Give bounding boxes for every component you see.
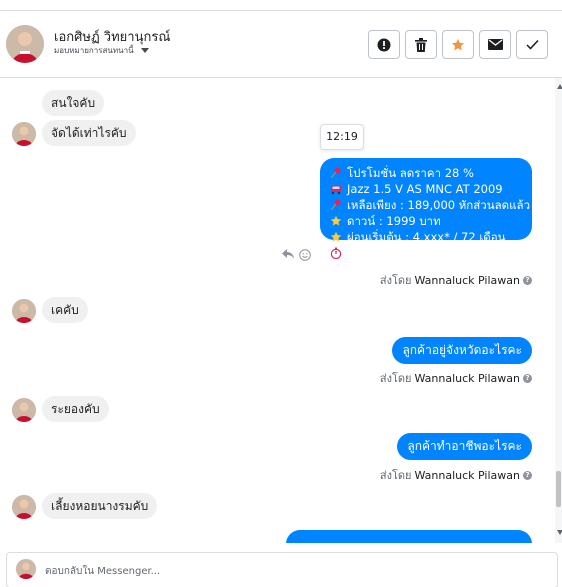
pushpin-icon [330, 167, 341, 179]
promo-line: เหลือเพียง : 189,000 หักส่วนลดแล้ว [330, 197, 530, 213]
scrollbar-thumb[interactable] [556, 471, 561, 507]
assign-label: มอบหมายการสนทนานี้ [54, 46, 134, 55]
question-icon[interactable]: ? [523, 373, 532, 383]
delete-button[interactable] [405, 30, 437, 59]
promo-line-text: ดาวน์ : 1999 บาท [347, 214, 441, 228]
incoming-message[interactable]: เลี้ยงหอยนางรมคับ [42, 493, 158, 519]
star-emoji-icon [330, 231, 342, 242]
sender-name[interactable]: Wannaluck Pilawan [415, 372, 521, 385]
sent-by-prefix: ส่งโดย [379, 372, 412, 385]
promo-line: ภายในวันที่ : 31-ต.ค.-2567 [330, 245, 522, 261]
scroll-down-arrow-icon[interactable] [557, 530, 562, 535]
mark-unread-button[interactable] [479, 30, 511, 59]
sent-by-label: ส่งโดย Wannaluck Pilawan ? [380, 466, 532, 484]
promo-line-text: ผ่อนเริ่มต้น : 4,xxx* / 72 เดือน [347, 230, 506, 244]
star-button[interactable] [442, 30, 474, 59]
promo-line: ดาวน์ : 1999 บาท [330, 213, 522, 229]
report-button[interactable] [368, 30, 400, 59]
stopwatch-icon [330, 247, 342, 259]
contact-avatar-small [12, 299, 36, 323]
sender-name[interactable]: Wannaluck Pilawan [415, 469, 521, 482]
car-icon [331, 185, 341, 195]
outgoing-message[interactable]: ลูกค้าอยู่จังหวัดอะไรคะ [392, 337, 532, 364]
promo-line: Jazz 1.5 V AS MNC AT 2009 [330, 181, 522, 197]
scroll-up-arrow-icon[interactable] [557, 84, 562, 89]
star-emoji-icon [330, 215, 342, 226]
emoji-reaction-icon[interactable] [299, 249, 311, 261]
reply-input-placeholder[interactable]: ตอบกลับใน Messenger... [45, 564, 160, 579]
sender-name[interactable]: Wannaluck Pilawan [415, 274, 521, 287]
incoming-message[interactable]: สนใจคับ [42, 90, 105, 116]
reply-composer[interactable]: ตอบกลับใน Messenger... [6, 552, 558, 587]
incoming-message[interactable]: จัดได้เท่าไรคับ [42, 120, 136, 146]
star-icon [451, 38, 465, 50]
timestamp-tooltip: 12:19 [320, 124, 364, 150]
message-thread[interactable]: สนใจคับ จัดได้เท่าไรคับ 12:19 โปรโมชั่น … [0, 78, 562, 543]
promo-line-text: เหลือเพียง : 189,000 หักส่วนลดแล้ว [347, 198, 531, 212]
promo-line-text: Jazz 1.5 V AS MNC AT 2009 [347, 182, 503, 196]
promo-line: ผ่อนเริ่มต้น : 4,xxx* / 72 เดือน [330, 229, 522, 245]
done-button[interactable] [516, 30, 548, 59]
page-avatar [16, 559, 36, 579]
promo-line-text: โปรโมชั่น ลดราคา 28 % [347, 166, 474, 180]
sent-by-label: ส่งโดย Wannaluck Pilawan ? [380, 369, 532, 387]
trash-icon [415, 37, 427, 52]
promo-message[interactable]: โปรโมชั่น ลดราคา 28 % Jazz 1.5 V AS MNC … [320, 158, 532, 260]
promo-line: โปรโมชั่น ลดราคา 28 % [330, 165, 522, 181]
pushpin-icon [330, 199, 341, 211]
promo-line-text: ภายในวันที่ : 31-ต.ค.-2567 [347, 246, 490, 260]
reply-icon[interactable] [281, 248, 295, 260]
envelope-icon [487, 39, 503, 50]
contact-avatar-small [12, 398, 36, 422]
chevron-down-icon [140, 48, 149, 53]
outgoing-message-partial[interactable] [286, 530, 532, 543]
incoming-message[interactable]: เคคับ [42, 297, 88, 323]
sent-by-label: ส่งโดย Wannaluck Pilawan ? [380, 271, 532, 289]
question-icon[interactable]: ? [523, 275, 532, 285]
contact-avatar-small [12, 122, 36, 146]
sent-by-prefix: ส่งโดย [379, 469, 412, 482]
conversation-header: เอกศิษฏ์ วิทยานุกรณ์ มอบหมายการสนทนานี้ [0, 11, 562, 78]
sent-by-prefix: ส่งโดย [379, 274, 412, 287]
contact-avatar-small [12, 495, 36, 519]
incoming-message[interactable]: ระยองคับ [42, 396, 109, 422]
outgoing-message[interactable]: ลูกค้าทำอาชีพอะไรคะ [397, 433, 532, 460]
contact-avatar[interactable] [6, 25, 44, 63]
assign-dropdown[interactable]: มอบหมายการสนทนานี้ [54, 44, 149, 57]
alert-icon [377, 38, 391, 51]
question-icon[interactable]: ? [523, 470, 532, 480]
check-icon [525, 39, 539, 50]
